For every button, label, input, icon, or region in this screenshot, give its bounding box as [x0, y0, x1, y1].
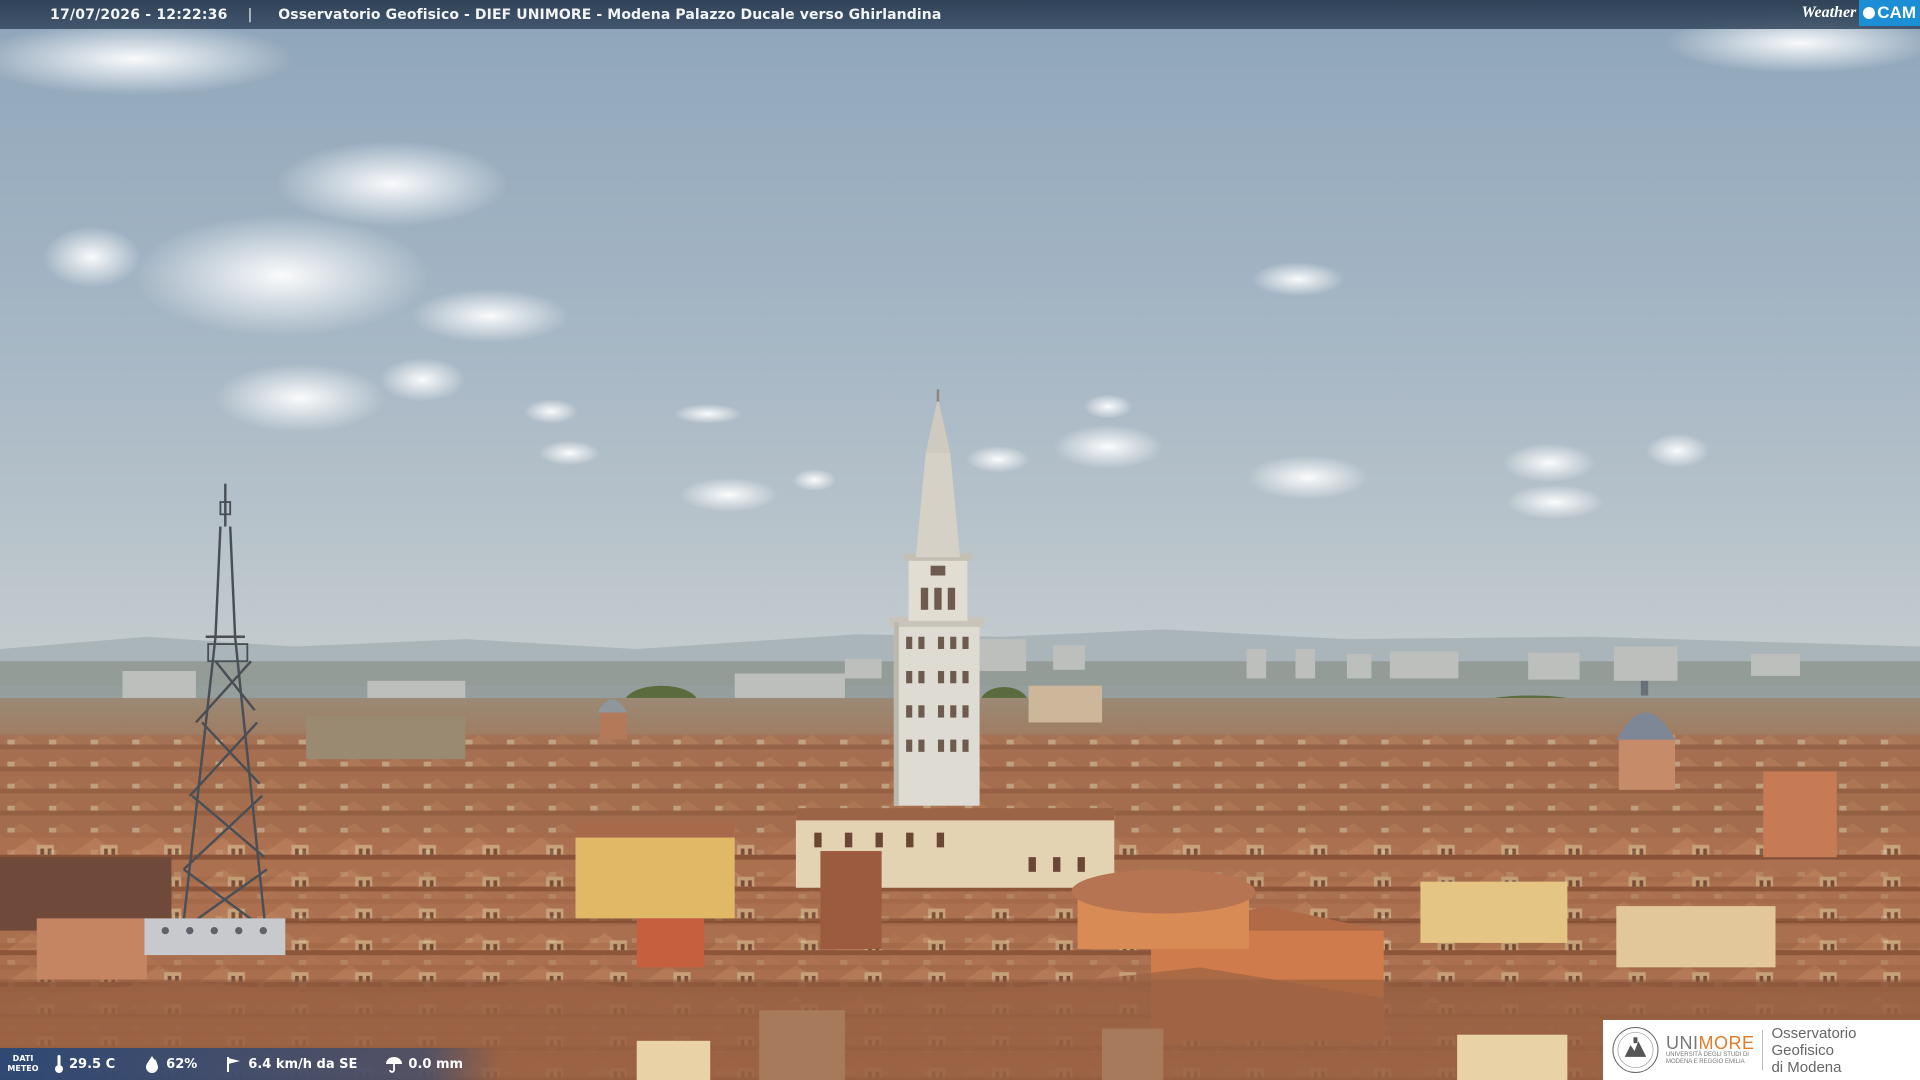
rain-reading: 0.0 mm — [385, 1055, 463, 1073]
weathercam-logo-weather: Weather — [1801, 4, 1857, 21]
unimore-wordmark: UNIMORE UNIVERSITÀ DEGLI STUDI DI MODENA… — [1666, 1034, 1755, 1066]
rain-value: 0.0 mm — [408, 1056, 464, 1072]
unimore-seal-icon — [1612, 1026, 1659, 1074]
thermometer-icon — [55, 1055, 63, 1073]
separator: | — [247, 6, 253, 23]
weathercam-logo-cam: CAM — [1877, 3, 1916, 22]
wind-icon — [227, 1057, 241, 1072]
weathercam-logo: Weather CAM — [1801, 0, 1920, 26]
unimore-brand-more: MORE — [1698, 1033, 1755, 1053]
unimore-subtitle-1: UNIVERSITÀ DEGLI STUDI DI — [1665, 1052, 1749, 1058]
humidity-drop-icon — [146, 1056, 159, 1073]
temperature-reading: 29.5 C — [54, 1054, 115, 1074]
logo-divider — [1762, 1030, 1764, 1070]
meteo-label: DATI METEO — [0, 1054, 46, 1074]
humidity-reading: 62% — [143, 1055, 197, 1073]
wind-value: 6.4 km/h da SE — [248, 1056, 358, 1072]
humidity-value: 62% — [166, 1056, 198, 1072]
unimore-brand: UNIMORE — [1666, 1034, 1755, 1052]
camera-title: Osservatorio Geofisico - DIEF UNIMORE - … — [278, 6, 942, 23]
observatory-name: Osservatorio Geofisico di Modena — [1771, 1025, 1920, 1076]
observatory-line1: Osservatorio Geofisico — [1771, 1024, 1857, 1059]
wind-reading: 6.4 km/h da SE — [225, 1055, 357, 1073]
title-bar: 17/07/2026 - 12:22:36 | Osservatorio Geo… — [0, 0, 1920, 29]
unimore-subtitle-2: MODENA E REGGIO EMILIA — [1665, 1059, 1745, 1065]
timestamp: 17/07/2026 - 12:22:36 — [50, 6, 228, 23]
webcam-image — [0, 0, 1920, 1080]
umbrella-icon — [386, 1057, 403, 1073]
meteo-bar: DATI METEO 29.5 C 62% 6.4 km/h da SE 0.0… — [0, 1048, 500, 1080]
observatory-line2: di Modena — [1771, 1058, 1842, 1076]
camera-lens-icon — [1863, 7, 1876, 19]
meteo-label-line1: DATI — [12, 1054, 34, 1063]
meteo-label-line2: METEO — [7, 1064, 39, 1073]
unimore-logo: UNIMORE UNIVERSITÀ DEGLI STUDI DI MODENA… — [1603, 1020, 1920, 1080]
temperature-value: 29.5 C — [69, 1056, 116, 1072]
unimore-brand-uni: UNI — [1665, 1033, 1699, 1053]
weathercam-logo-cam-badge: CAM — [1859, 0, 1920, 26]
